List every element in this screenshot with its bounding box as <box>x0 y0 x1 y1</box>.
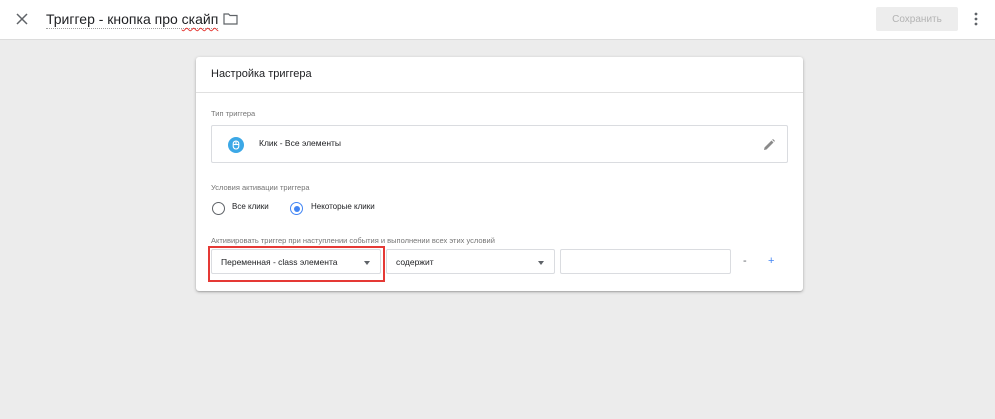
chevron-down-icon <box>538 261 544 265</box>
click-icon <box>228 137 244 153</box>
card-title: Настройка триггера <box>196 57 803 93</box>
save-button[interactable]: Сохранить <box>876 7 958 31</box>
trigger-type-label: Тип триггера <box>211 109 256 118</box>
pencil-icon[interactable] <box>762 138 776 152</box>
radio-some-clicks[interactable] <box>290 202 303 215</box>
radio-all-clicks-label: Все клики <box>232 202 269 211</box>
remove-condition-button[interactable]: - <box>743 255 747 267</box>
close-icon[interactable] <box>12 9 32 29</box>
top-bar: Триггер - кнопка про скайп Сохранить <box>0 0 995 40</box>
condition-value-input[interactable] <box>560 249 731 274</box>
activation-conditions-label: Условия активации триггера <box>211 183 310 192</box>
operator-select-value: содержит <box>396 257 434 267</box>
operator-select[interactable]: содержит <box>386 249 555 274</box>
variable-select[interactable]: Переменная - class элемента <box>211 249 381 274</box>
radio-all-clicks[interactable] <box>212 202 225 215</box>
trigger-config-card: Настройка триггера Тип триггера Клик - В… <box>196 57 803 291</box>
title-prefix: Триггер - кнопка про <box>46 11 182 27</box>
trigger-type-name: Клик - Все элементы <box>259 138 342 148</box>
folder-icon[interactable] <box>223 12 238 25</box>
radio-some-clicks-label: Некоторые клики <box>311 202 375 211</box>
trigger-type-selector[interactable]: Клик - Все элементы <box>211 125 788 163</box>
variable-select-value: Переменная - class элемента <box>221 257 338 267</box>
chevron-down-icon <box>364 261 370 265</box>
title-misspelled-word: скайп <box>181 11 219 27</box>
add-condition-button[interactable]: + <box>768 255 774 267</box>
trigger-title[interactable]: Триггер - кнопка про скайп <box>46 11 219 29</box>
conditions-label: Активировать триггер при наступлении соб… <box>211 236 495 245</box>
more-vert-icon[interactable] <box>970 11 982 27</box>
